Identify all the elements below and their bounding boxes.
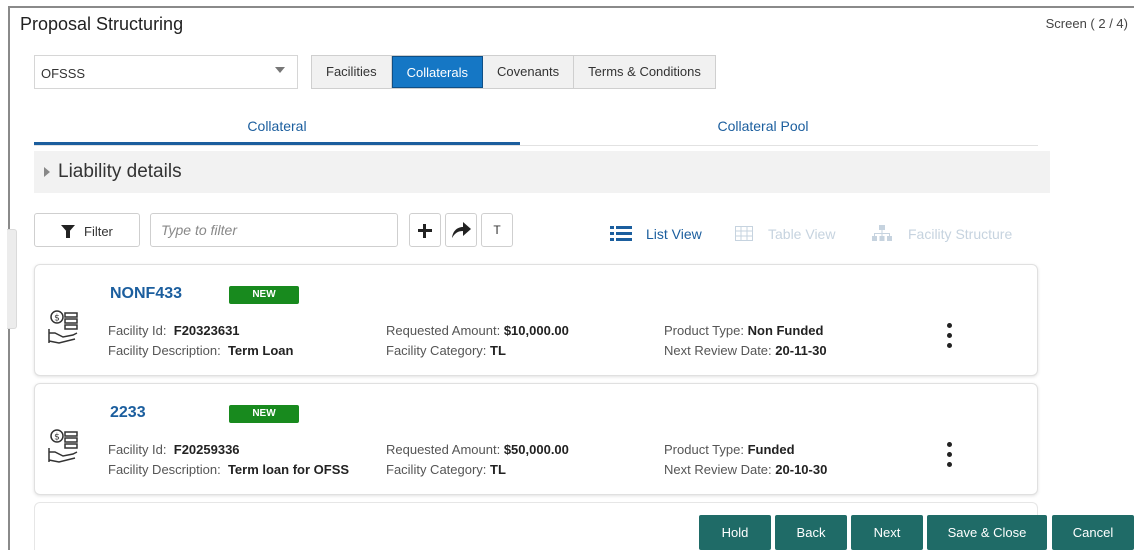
cancel-button[interactable]: Cancel bbox=[1052, 515, 1134, 550]
table-view-icon bbox=[735, 226, 753, 241]
subtab-collateral-pool[interactable]: Collateral Pool bbox=[520, 108, 1006, 145]
facility-card-title[interactable]: NONF433 bbox=[110, 285, 182, 303]
liability-details-label: Liability details bbox=[58, 161, 182, 182]
next-button[interactable]: Next bbox=[851, 515, 923, 550]
facility-id-label: Facility Id: bbox=[108, 442, 167, 457]
facility-category-label: Facility Category: bbox=[386, 343, 487, 358]
money-hand-icon: $ bbox=[48, 429, 78, 463]
tab-terms-conditions[interactable]: Terms & Conditions bbox=[574, 56, 715, 88]
table-view-button[interactable]: Table View bbox=[768, 226, 835, 242]
facility-category-label: Facility Category: bbox=[386, 462, 487, 477]
hierarchy-icon bbox=[872, 225, 892, 241]
facility-category-value: TL bbox=[490, 462, 506, 477]
facility-id-value: F20323631 bbox=[173, 323, 240, 338]
facility-description-value: Term loan for OFSS bbox=[227, 462, 350, 477]
next-review-label: Next Review Date: bbox=[664, 343, 772, 358]
facility-id-value: F20259336 bbox=[173, 442, 240, 457]
add-button[interactable] bbox=[409, 213, 441, 247]
hold-button[interactable]: Hold bbox=[699, 515, 771, 550]
side-panel-handle[interactable] bbox=[7, 229, 17, 329]
facility-structure-button[interactable]: Facility Structure bbox=[908, 226, 1012, 242]
liability-details-section[interactable]: Liability details bbox=[34, 151, 1050, 193]
facility-id-label: Facility Id: bbox=[108, 323, 167, 338]
save-close-button[interactable]: Save & Close bbox=[927, 515, 1047, 550]
plus-icon-vertical bbox=[423, 224, 426, 238]
product-type-field: Product Type: Funded bbox=[664, 442, 795, 457]
caret-right-icon bbox=[44, 167, 50, 177]
screen-indicator: Screen ( 2 / 4) bbox=[1045, 16, 1128, 31]
page-title: Proposal Structuring bbox=[20, 14, 184, 34]
filter-input[interactable] bbox=[159, 214, 393, 246]
proposal-select[interactable]: OFSSS bbox=[34, 55, 298, 89]
requested-amount-field: Requested Amount: $50,000.00 bbox=[386, 442, 569, 457]
svg-text:$: $ bbox=[54, 314, 60, 324]
more-options-icon[interactable] bbox=[947, 323, 953, 353]
facility-category-field: Facility Category: TL bbox=[386, 462, 506, 477]
money-hand-icon: $ bbox=[48, 310, 78, 344]
facility-description-label: Facility Description: bbox=[108, 462, 221, 477]
t-button[interactable]: T bbox=[481, 213, 513, 247]
window-border-top bbox=[8, 6, 1134, 8]
facility-id-field: Facility Id: F20259336 bbox=[108, 442, 240, 457]
facility-card[interactable]: NONF433 NEW $ Facility Id: F20323631 Fac… bbox=[34, 264, 1038, 376]
requested-amount-value: $50,000.00 bbox=[503, 442, 569, 457]
filter-input-box bbox=[150, 213, 398, 247]
facility-category-field: Facility Category: TL bbox=[386, 343, 506, 358]
proposal-select-value: OFSSS bbox=[41, 66, 86, 81]
status-badge: NEW bbox=[229, 286, 299, 304]
svg-text:$: $ bbox=[54, 433, 60, 443]
share-button[interactable] bbox=[445, 213, 477, 247]
share-arrow-icon bbox=[452, 222, 471, 238]
facility-id-field: Facility Id: F20323631 bbox=[108, 323, 240, 338]
t-button-label: T bbox=[493, 223, 501, 237]
tab-facilities[interactable]: Facilities bbox=[312, 56, 392, 88]
requested-amount-field: Requested Amount: $10,000.00 bbox=[386, 323, 569, 338]
product-type-label: Product Type: bbox=[664, 442, 744, 457]
filter-icon-stem bbox=[66, 231, 70, 238]
facility-description-field: Facility Description: Term loan for OFSS bbox=[108, 462, 349, 477]
requested-amount-label: Requested Amount: bbox=[386, 323, 501, 338]
product-type-value: Funded bbox=[747, 442, 795, 457]
status-badge: NEW bbox=[229, 405, 299, 423]
requested-amount-value: $10,000.00 bbox=[503, 323, 569, 338]
tab-covenants[interactable]: Covenants bbox=[483, 56, 575, 88]
requested-amount-label: Requested Amount: bbox=[386, 442, 501, 457]
facility-category-value: TL bbox=[490, 343, 506, 358]
filter-button[interactable]: Filter bbox=[34, 213, 140, 247]
product-type-label: Product Type: bbox=[664, 323, 744, 338]
product-type-field: Product Type: Non Funded bbox=[664, 323, 823, 338]
back-button[interactable]: Back bbox=[775, 515, 847, 550]
tab-collaterals[interactable]: Collaterals bbox=[391, 56, 483, 88]
next-review-label: Next Review Date: bbox=[664, 462, 772, 477]
facility-description-value: Term Loan bbox=[227, 343, 294, 358]
more-options-icon[interactable] bbox=[947, 442, 953, 472]
facility-description-label: Facility Description: bbox=[108, 343, 221, 358]
list-view-icon bbox=[610, 226, 632, 241]
facility-description-field: Facility Description: Term Loan bbox=[108, 343, 293, 358]
list-view-button[interactable]: List View bbox=[646, 226, 702, 242]
subtab-collateral[interactable]: Collateral bbox=[34, 108, 520, 145]
chevron-down-icon bbox=[275, 67, 285, 73]
filter-button-label: Filter bbox=[84, 224, 113, 239]
next-review-field: Next Review Date: 20-11-30 bbox=[664, 343, 827, 358]
next-review-field: Next Review Date: 20-10-30 bbox=[664, 462, 827, 477]
main-tab-group: Facilities Collaterals Covenants Terms &… bbox=[311, 55, 716, 89]
product-type-value: Non Funded bbox=[747, 323, 824, 338]
facility-card[interactable]: 2233 NEW $ Facility Id: F20259336 Facili… bbox=[34, 383, 1038, 495]
next-review-value: 20-10-30 bbox=[775, 462, 828, 477]
next-review-value: 20-11-30 bbox=[775, 343, 827, 358]
collateral-subtabs: Collateral Collateral Pool bbox=[34, 108, 1038, 146]
facility-card-title[interactable]: 2233 bbox=[110, 404, 146, 422]
